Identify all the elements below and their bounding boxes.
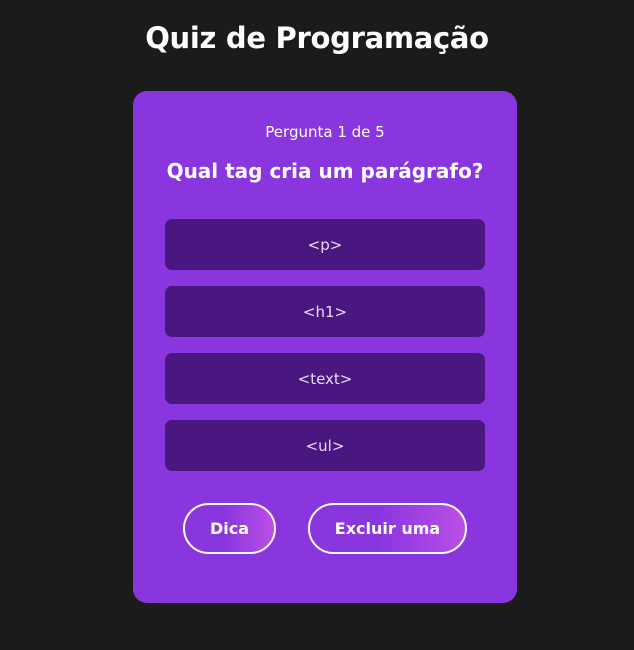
quiz-card: Pergunta 1 de 5 Qual tag cria um parágra… [133,91,517,603]
answer-option-h1[interactable]: <h1> [165,286,485,337]
answer-option-p[interactable]: <p> [165,219,485,270]
answer-option-ul[interactable]: <ul> [165,420,485,471]
question-counter: Pergunta 1 de 5 [265,123,385,141]
answer-options: <p> <h1> <text> <ul> [165,219,485,487]
hint-button[interactable]: Dica [183,503,276,554]
page-title: Quiz de Programação [145,21,489,55]
question-text: Qual tag cria um parágrafo? [166,159,484,183]
answer-option-text[interactable]: <text> [165,353,485,404]
remove-option-button[interactable]: Excluir uma [308,503,467,554]
quiz-page: Quiz de Programação Pergunta 1 de 5 Qual… [0,0,634,650]
